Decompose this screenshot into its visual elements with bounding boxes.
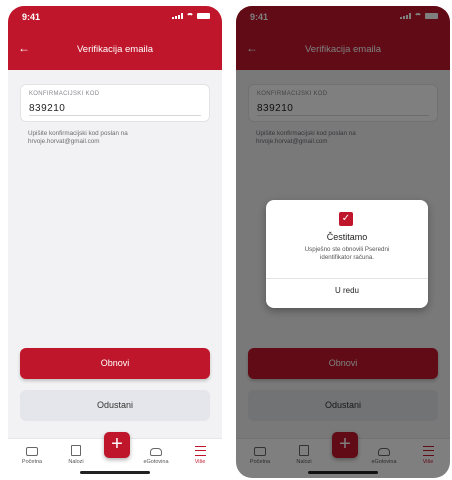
renew-button[interactable]: Obnovi bbox=[20, 348, 210, 379]
code-input-label: KONFIRMACIJSKI KOD bbox=[29, 91, 100, 97]
page-title: Verifikacija emaila bbox=[76, 44, 154, 55]
wifi-icon bbox=[186, 13, 194, 19]
add-button[interactable]: + bbox=[104, 432, 130, 458]
home-indicator bbox=[80, 471, 150, 474]
wallet-icon bbox=[26, 447, 38, 456]
document-icon bbox=[71, 445, 81, 456]
phone-screen-success-dialog: 9:41 ← Verifikacija emaila KONFIRMACIJSK… bbox=[236, 6, 450, 478]
tab-nalozi[interactable]: Nalozi bbox=[58, 445, 94, 465]
dialog-divider bbox=[266, 278, 428, 279]
checkmark-icon: ✓ bbox=[339, 212, 353, 226]
app-bar: ← Verifikacija emaila bbox=[8, 30, 222, 70]
status-icons bbox=[172, 13, 210, 19]
dialog-message-line: identifikator računa. bbox=[320, 254, 374, 261]
hint-text: Upišite konfirmacijski kod poslan na hrv… bbox=[28, 130, 208, 146]
dialog-title: Čestitamo bbox=[326, 232, 368, 242]
input-underline bbox=[29, 115, 201, 116]
tab-label: eGotovina bbox=[143, 459, 169, 465]
cash-icon bbox=[150, 448, 162, 456]
tab-egotovina[interactable]: eGotovina bbox=[138, 445, 174, 465]
signal-icon bbox=[172, 13, 183, 19]
canvas: 9:41 ← Verifikacija emaila KONFIRMACIJSK… bbox=[0, 0, 452, 480]
hint-email: hrvoje.horvat@gmail.com bbox=[28, 138, 100, 145]
tab-label: Više bbox=[194, 459, 206, 465]
tab-label: Početna bbox=[21, 459, 43, 465]
hint-line: Upišite konfirmacijski kod poslan na bbox=[28, 130, 128, 137]
tab-label: Nalozi bbox=[68, 459, 84, 465]
code-input[interactable]: 839210 bbox=[29, 103, 65, 114]
menu-icon bbox=[194, 446, 206, 456]
dialog-message: Uspješno ste obnovili Pseredni identifik… bbox=[278, 246, 416, 262]
cancel-button[interactable]: Odustani bbox=[20, 390, 210, 421]
ok-button[interactable]: U redu bbox=[266, 286, 428, 295]
tab-vise[interactable]: Više bbox=[182, 445, 218, 465]
status-bar: 9:41 bbox=[8, 6, 222, 30]
success-dialog: ✓ Čestitamo Uspješno ste obnovili Psered… bbox=[266, 200, 428, 308]
status-time: 9:41 bbox=[22, 12, 41, 22]
dialog-message-line: Uspješno ste obnovili Pseredni bbox=[304, 246, 390, 253]
phone-screen-verification: 9:41 ← Verifikacija emaila KONFIRMACIJSK… bbox=[8, 6, 222, 478]
tab-pocetna[interactable]: Početna bbox=[14, 445, 50, 465]
battery-icon bbox=[197, 13, 210, 19]
code-input-card[interactable]: KONFIRMACIJSKI KOD 839210 bbox=[20, 84, 210, 122]
